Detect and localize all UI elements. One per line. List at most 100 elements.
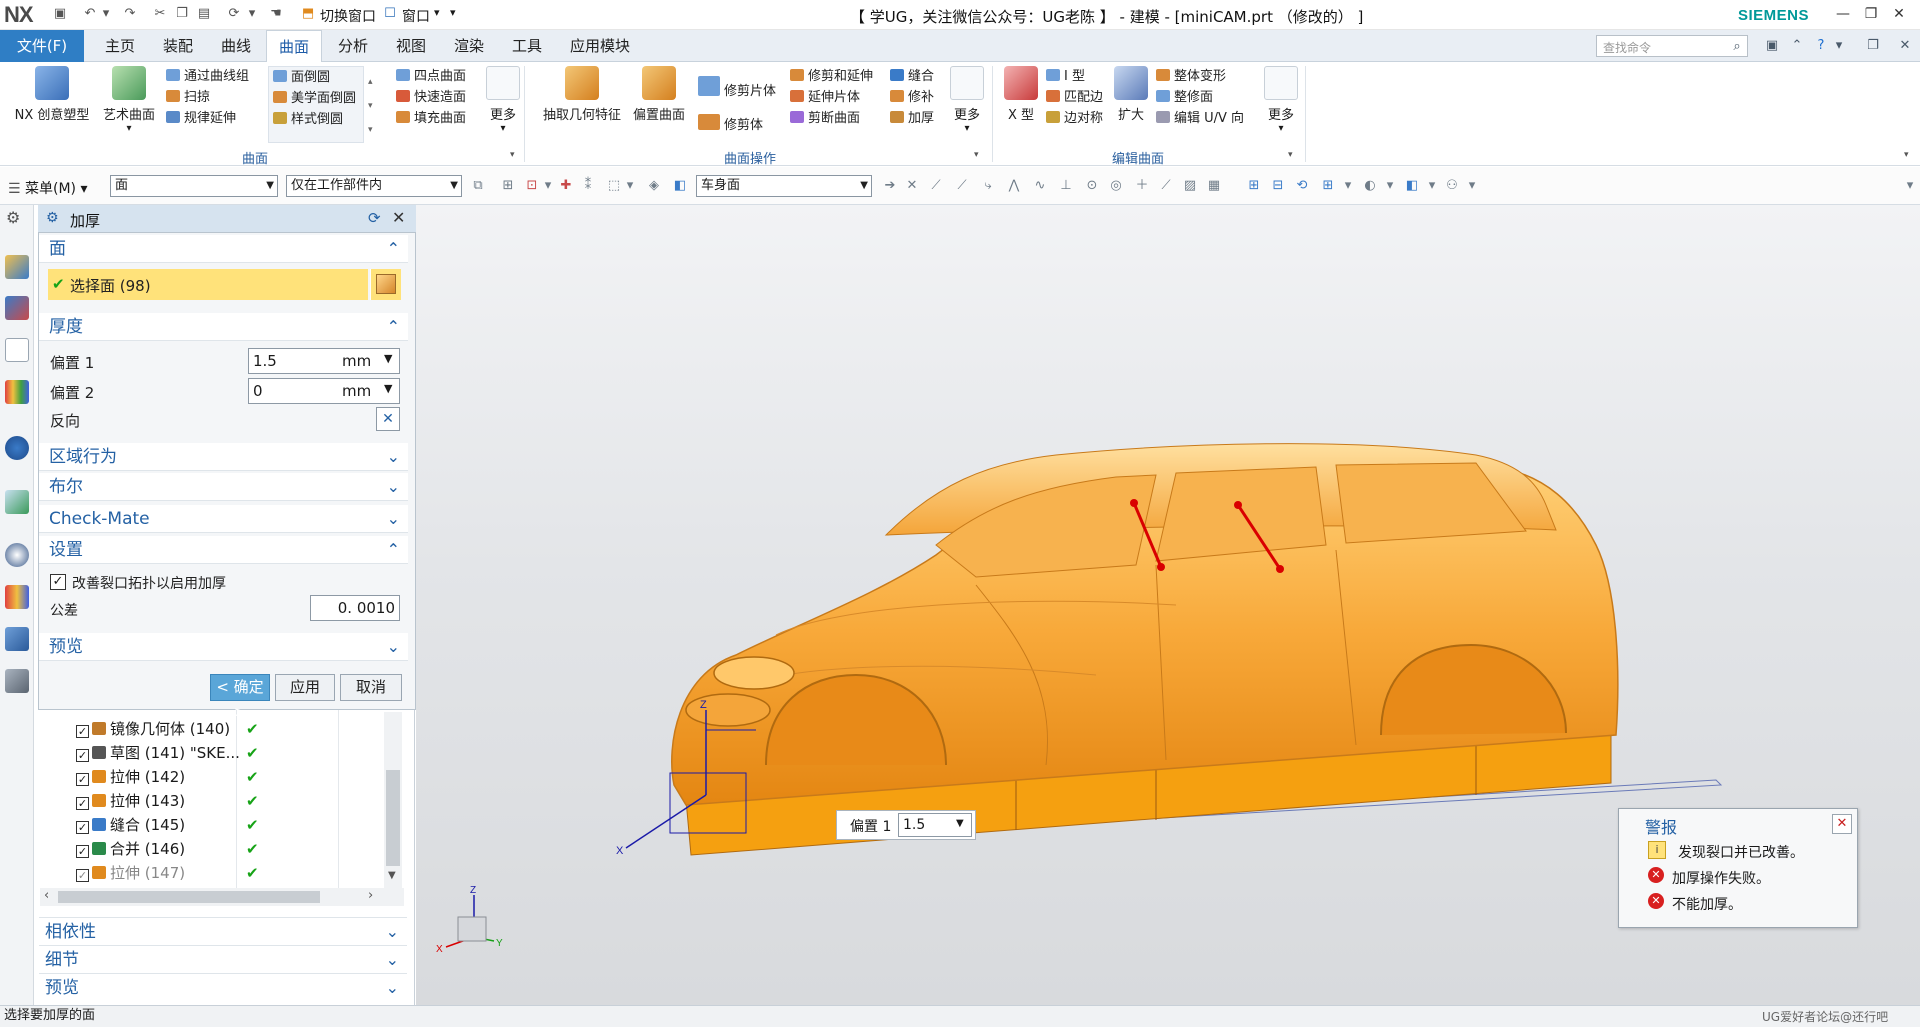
window-icon[interactable]: ☐: [382, 6, 398, 22]
tab-surface[interactable]: 曲面: [266, 30, 323, 62]
face-rule-select[interactable]: 车身面 ▼: [696, 175, 872, 197]
four-point-surface-button[interactable]: 四点曲面: [396, 66, 490, 87]
palette-icon[interactable]: [5, 585, 29, 609]
nx-realize-shape-button[interactable]: NX 创意塑型: [10, 66, 94, 123]
process-studio-icon[interactable]: [5, 627, 29, 651]
show-hide-icon[interactable]: ⚇: [1444, 178, 1460, 194]
surface-ops-more-button[interactable]: 更多 ▾: [948, 66, 986, 154]
apply-button[interactable]: 应用: [275, 674, 335, 701]
face-filter-icon[interactable]: ◧: [672, 178, 688, 194]
through-curves-button[interactable]: 通过曲线组: [166, 66, 266, 87]
body-filter-icon[interactable]: ◈: [646, 178, 662, 194]
paste-icon[interactable]: ▤: [196, 6, 212, 22]
visibility-checkbox[interactable]: ✓: [76, 821, 89, 834]
customize-quick-access-icon[interactable]: ▾: [450, 6, 456, 19]
tree-row-mirror-geometry[interactable]: ✓ 镜像几何体 (140) ✔: [76, 717, 259, 741]
selection-scope-select[interactable]: 仅在工作部件内 ▼: [286, 175, 462, 197]
ribbon-options-dropdown-icon[interactable]: ▾: [1904, 150, 1909, 160]
snap-arc-center-icon[interactable]: ⊙: [1084, 178, 1100, 194]
thicken-button[interactable]: 加厚: [890, 108, 950, 129]
rendering-style-dropdown-icon[interactable]: ▾: [1382, 178, 1398, 194]
tab-analysis[interactable]: 分析: [326, 30, 380, 62]
group-ops-expander-icon[interactable]: ▾: [974, 150, 979, 160]
restore-icon[interactable]: ❐: [1858, 4, 1884, 24]
part-navigator-icon[interactable]: [5, 338, 29, 362]
styled-blend-button[interactable]: 样式倒圆: [269, 109, 363, 130]
snap-on-curve-icon[interactable]: ⟋: [1158, 178, 1174, 194]
rectangle-select-icon[interactable]: ⬚: [606, 178, 622, 194]
cut-icon[interactable]: ✂: [152, 6, 168, 22]
edit-surface-more-button[interactable]: 更多 ▾: [1262, 66, 1300, 154]
orient-view-icon[interactable]: ⊞: [1320, 178, 1336, 194]
type-filter-select[interactable]: 面 ▼: [110, 175, 278, 197]
repeat-dropdown-icon[interactable]: ▾: [244, 6, 260, 22]
background-dropdown-icon[interactable]: ▾: [1424, 178, 1440, 194]
switch-window-button[interactable]: 切换窗口: [320, 6, 376, 26]
offset-tag-dropdown-icon[interactable]: ▼: [956, 818, 964, 829]
tree-hscroll-thumb[interactable]: [58, 891, 320, 903]
studio-surface-dropdown-icon[interactable]: ▾: [98, 123, 160, 134]
offset1-dropdown-icon[interactable]: ▼: [384, 352, 392, 365]
close-dialog-icon[interactable]: ✕: [392, 208, 405, 227]
tree-row-extrude-143[interactable]: ✓ 拉伸 (143) ✔: [76, 789, 259, 813]
offset2-input[interactable]: 0: [248, 378, 400, 404]
deselect-icon[interactable]: ✚: [558, 178, 574, 194]
close-alert-icon[interactable]: ✕: [1832, 814, 1852, 834]
reverse-direction-icon[interactable]: ✕: [376, 407, 400, 431]
tab-home[interactable]: 主页: [93, 30, 147, 62]
help-icon[interactable]: ?: [1812, 37, 1830, 55]
tab-view[interactable]: 视图: [384, 30, 438, 62]
toolbar-options-icon[interactable]: ▾: [1902, 178, 1918, 194]
tab-render[interactable]: 渲染: [442, 30, 496, 62]
zoom-icon[interactable]: ⊟: [1270, 178, 1286, 194]
save-icon[interactable]: ▣: [52, 6, 68, 22]
trim-and-extend-button[interactable]: 修剪和延伸: [790, 66, 890, 87]
details-section[interactable]: 细节 ⌄: [39, 945, 407, 973]
touch-mode-icon[interactable]: ☚: [268, 6, 284, 22]
switch-window-icon[interactable]: ⬒: [300, 6, 316, 22]
restore-document-icon[interactable]: ❐: [1864, 37, 1882, 55]
patch-button[interactable]: 修补: [890, 87, 950, 108]
group-edit-expander-icon[interactable]: ▾: [1288, 150, 1293, 160]
gallery-scroll-arrows[interactable]: ▴ ▾ ▾: [368, 70, 373, 142]
aesthetic-face-blend-button[interactable]: 美学面倒圆: [269, 88, 363, 109]
improve-topology-checkbox[interactable]: ✓: [50, 574, 66, 590]
history-icon[interactable]: [5, 490, 29, 514]
tree-row-extrude-142[interactable]: ✓ 拉伸 (142) ✔: [76, 765, 259, 789]
rectangle-select-dropdown-icon[interactable]: ▾: [622, 178, 638, 194]
x-form-button[interactable]: X 型: [1000, 66, 1042, 123]
snap-curve-icon[interactable]: ∿: [1032, 178, 1048, 194]
extend-sheet-button[interactable]: 延伸片体: [790, 87, 890, 108]
snap-quadrant-icon[interactable]: ◎: [1108, 178, 1124, 194]
check-mate-section[interactable]: Check-Mate ⌄: [39, 505, 408, 533]
resource-settings-icon[interactable]: ⚙: [6, 208, 20, 227]
visibility-checkbox[interactable]: ✓: [76, 725, 89, 738]
snap-intersection-icon[interactable]: ⋀: [1006, 178, 1022, 194]
visibility-checkbox[interactable]: ✓: [76, 797, 89, 810]
tab-assembly[interactable]: 装配: [151, 30, 205, 62]
ribbon-options-icon[interactable]: ▣: [1763, 37, 1781, 55]
ok-button[interactable]: < 确定 >: [210, 674, 270, 721]
tab-curve[interactable]: 曲线: [209, 30, 263, 62]
snap-bounded-grid-icon[interactable]: ▦: [1206, 178, 1222, 194]
snap-endpoint-icon[interactable]: ⟋: [928, 178, 944, 194]
search-icon[interactable]: ⌕: [1728, 38, 1746, 56]
show-hide-dropdown-icon[interactable]: ▾: [1464, 178, 1480, 194]
visibility-checkbox[interactable]: ✓: [76, 869, 89, 882]
snap-point-icon[interactable]: ＋: [1134, 178, 1150, 194]
enlarge-button[interactable]: 扩大: [1110, 66, 1152, 123]
fit-view-icon[interactable]: ⊞: [1246, 178, 1262, 194]
surface-more-button[interactable]: 更多 ▾: [484, 66, 522, 154]
select-dropdown-icon[interactable]: ▾: [540, 178, 556, 194]
swept-button[interactable]: 扫掠: [166, 87, 266, 108]
face-section-header[interactable]: 面 ⌃: [39, 235, 408, 263]
sew-button[interactable]: 缝合: [890, 66, 950, 87]
snap-control-point-icon[interactable]: ⤷: [980, 178, 996, 194]
boolean-section[interactable]: 布尔 ⌄: [39, 473, 408, 501]
command-finder-input[interactable]: 查找命令: [1596, 35, 1748, 57]
web-browser-icon[interactable]: [5, 436, 29, 460]
divide-face-button[interactable]: 剪断曲面: [790, 108, 890, 129]
scroll-right-icon[interactable]: ›: [368, 888, 373, 903]
tree-row-sketch[interactable]: ✓ 草图 (141) "SKE... ✔: [76, 741, 259, 765]
visibility-checkbox[interactable]: ✓: [76, 749, 89, 762]
